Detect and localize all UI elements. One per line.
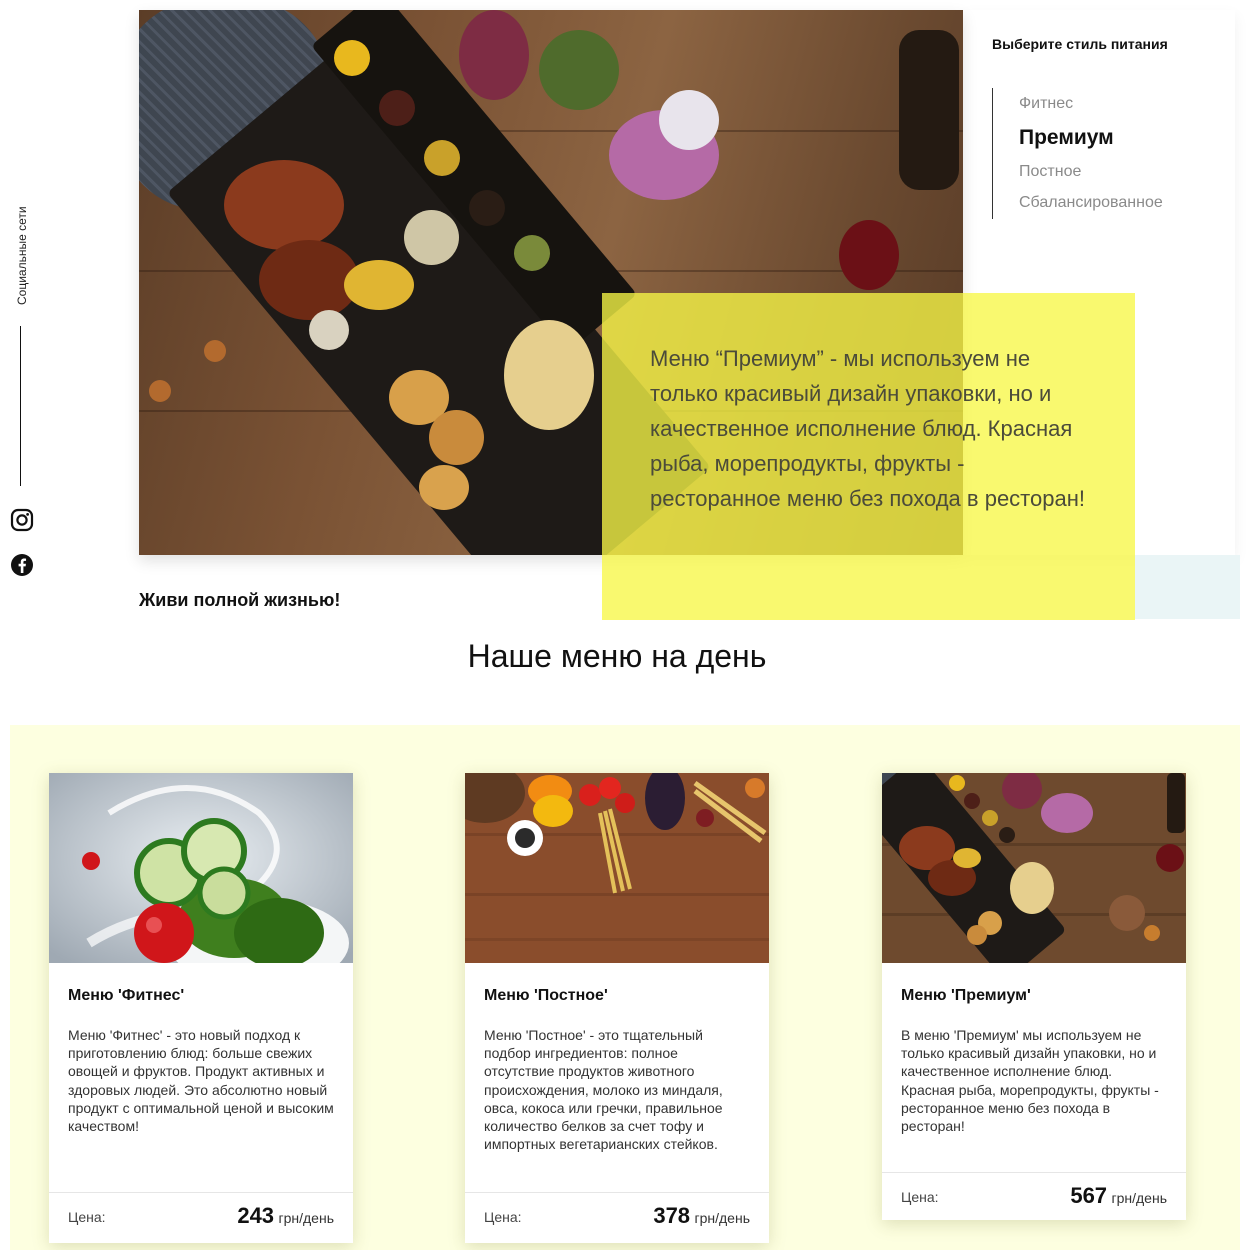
social-divider-line bbox=[20, 326, 21, 486]
price-label: Цена: bbox=[484, 1209, 522, 1225]
card-description: Меню 'Фитнес' - это новый подход к приго… bbox=[68, 1027, 334, 1135]
diet-style-selector: Выберите стиль питания Фитнес Премиум По… bbox=[992, 36, 1222, 219]
menu-section-title: Наше меню на день bbox=[467, 638, 767, 674]
price: 378 грн/день bbox=[653, 1203, 750, 1229]
card-description: Меню 'Постное' - это тщательный подбор и… bbox=[484, 1027, 723, 1153]
card-footer: Цена: 243 грн/день bbox=[49, 1192, 353, 1240]
menu-card-fitness[interactable]: Меню 'Фитнес' Меню 'Фитнес' - это новый … bbox=[49, 773, 353, 1243]
fitness-salad-image bbox=[49, 773, 353, 963]
diet-style-premium[interactable]: Премиум bbox=[1019, 120, 1212, 156]
hero-slogan: Живи полной жизнью! bbox=[139, 590, 341, 610]
price-value: 567 bbox=[1070, 1183, 1108, 1208]
diet-style-lenten[interactable]: Постное bbox=[1019, 156, 1212, 188]
social-networks-label: Социальные сети bbox=[15, 206, 29, 305]
premium-platter-image bbox=[882, 773, 1186, 963]
hero-description-box: Меню “Премиум” - мы используем не только… bbox=[602, 293, 1135, 620]
price-unit: грн/день bbox=[694, 1210, 751, 1226]
card-title: Меню 'Фитнес' bbox=[68, 987, 185, 1004]
lenten-vegetables-image bbox=[465, 773, 769, 963]
hero-decorative-tint bbox=[1135, 555, 1240, 619]
card-footer: Цена: 378 грн/день bbox=[465, 1192, 769, 1240]
menu-card-lenten[interactable]: Меню 'Постное' Меню 'Постное' - это тщат… bbox=[465, 773, 769, 1243]
price-unit: грн/день bbox=[1111, 1190, 1168, 1206]
price-value: 378 bbox=[653, 1203, 691, 1228]
card-footer: Цена: 567 грн/день bbox=[882, 1172, 1186, 1220]
diet-style-list: Фитнес Премиум Постное Сбалансированное bbox=[992, 88, 1212, 219]
menu-card-premium[interactable]: Меню 'Премиум' В меню 'Премиум' мы испол… bbox=[882, 773, 1186, 1220]
diet-style-title: Выберите стиль питания bbox=[992, 36, 1168, 52]
diet-style-fitness[interactable]: Фитнес bbox=[1019, 88, 1212, 120]
diet-style-balanced[interactable]: Сбалансированное bbox=[1019, 187, 1212, 219]
hero-description: Меню “Премиум” - мы используем не только… bbox=[650, 346, 1085, 511]
price-value: 243 bbox=[237, 1203, 275, 1228]
price: 243 грн/день bbox=[237, 1203, 334, 1229]
card-title: Меню 'Постное' bbox=[484, 987, 608, 1004]
card-title: Меню 'Премиум' bbox=[901, 987, 1031, 1004]
facebook-icon[interactable] bbox=[10, 553, 34, 577]
price-label: Цена: bbox=[68, 1209, 106, 1225]
price-label: Цена: bbox=[901, 1189, 939, 1205]
price: 567 грн/день bbox=[1070, 1183, 1167, 1209]
instagram-icon[interactable] bbox=[10, 508, 34, 532]
card-description: В меню 'Премиум' мы используем не только… bbox=[901, 1027, 1159, 1135]
price-unit: грн/день bbox=[278, 1210, 335, 1226]
